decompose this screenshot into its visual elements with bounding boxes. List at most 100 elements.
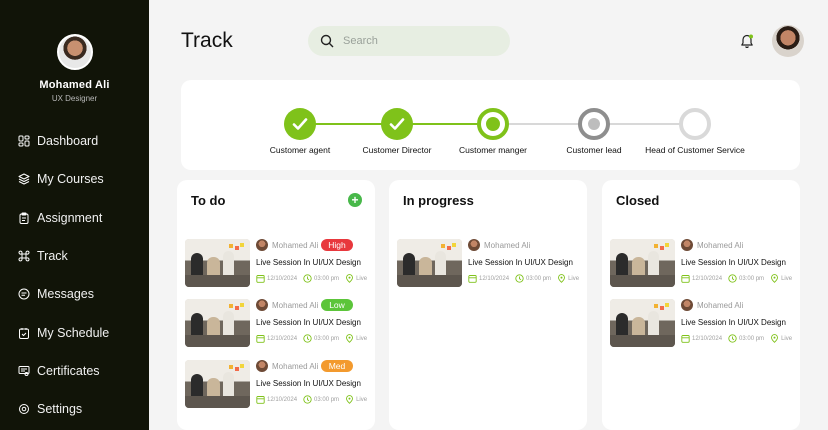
sidebar: Mohamed Ali UX Designer Dashboard My Cou… — [0, 0, 149, 430]
calendar-icon — [256, 275, 265, 283]
card-time: 03:00 pm — [314, 335, 340, 342]
clock-icon — [303, 334, 312, 343]
card-mode: Live — [781, 275, 793, 282]
sidebar-item-label: Settings — [37, 402, 83, 417]
card-thumbnail — [185, 360, 250, 408]
card-time: 03:00 pm — [314, 275, 340, 282]
card-date: 12/10/2024 — [267, 335, 298, 342]
card-mode: Live — [356, 335, 368, 342]
card-date: 12/10/2024 — [267, 396, 298, 403]
task-card[interactable]: Mohamed Ali Live Session In UI/UX Design… — [397, 239, 579, 287]
step-head-of-customer-service[interactable]: Head of Customer Service — [635, 108, 755, 155]
card-thumbnail — [185, 299, 250, 347]
sidebar-item-certificates[interactable]: Certificates — [0, 352, 149, 390]
bell-icon[interactable] — [739, 33, 755, 49]
sidebar-item-dashboard[interactable]: Dashboard — [0, 122, 149, 160]
clock-icon — [303, 395, 312, 404]
task-card[interactable]: Mohamed Ali Med Live Session In UI/UX De… — [185, 360, 367, 408]
sidebar-item-assignment[interactable]: Assignment — [0, 199, 149, 237]
card-date: 12/10/2024 — [479, 275, 510, 282]
step-indicator — [284, 108, 316, 140]
avatar — [681, 299, 693, 311]
calendar-icon — [681, 275, 690, 283]
priority-badge: High — [321, 239, 353, 251]
sidebar-item-label: Track — [37, 249, 68, 264]
card-title: Live Session In UI/UX Design — [681, 318, 786, 327]
step-indicator — [679, 108, 711, 140]
avatar — [681, 239, 693, 251]
card-mode: Live — [356, 275, 368, 282]
avatar[interactable] — [56, 34, 93, 70]
gear-icon — [19, 404, 29, 415]
sidebar-item-label: My Schedule — [37, 325, 110, 340]
message-icon — [18, 288, 30, 300]
card-title: Live Session In UI/UX Design — [256, 318, 361, 327]
task-card[interactable]: Mohamed Ali High Live Session In UI/UX D… — [185, 239, 367, 287]
card-meta: 12/10/2024 03:00 pm Live — [256, 274, 367, 283]
card-meta: 12/10/2024 03:00 pm Live — [256, 334, 367, 343]
step-indicator — [578, 108, 610, 140]
sidebar-item-messages[interactable]: Messages — [0, 275, 149, 313]
location-pin-icon — [558, 274, 566, 283]
certificate-icon — [18, 365, 30, 376]
avatar — [256, 360, 268, 372]
clock-icon — [728, 274, 737, 283]
check-icon — [389, 118, 405, 130]
profile-name: Mohamed Ali — [39, 79, 110, 91]
card-author: Mohamed Ali — [484, 241, 531, 250]
card-meta: 12/10/2024 03:00 pm Live — [468, 274, 579, 283]
step-label: Head of Customer Service — [645, 145, 745, 155]
card-meta: 12/10/2024 03:00 pm Live — [256, 395, 367, 404]
card-meta: 12/10/2024 03:00 pm Live — [681, 274, 792, 283]
column-closed: Closed Mohamed Ali Live Session In UI/UX… — [602, 180, 800, 430]
search-bar[interactable] — [308, 26, 510, 56]
column-title: In progress — [403, 193, 474, 208]
card-meta: 12/10/2024 03:00 pm Live — [681, 334, 792, 343]
sidebar-item-my-courses[interactable]: My Courses — [0, 160, 149, 198]
location-pin-icon — [346, 395, 354, 404]
search-icon — [320, 34, 334, 48]
sidebar-item-label: Assignment — [37, 210, 103, 225]
card-time: 03:00 pm — [526, 275, 552, 282]
location-pin-icon — [771, 334, 779, 343]
card-time: 03:00 pm — [739, 275, 765, 282]
sidebar-item-settings[interactable]: Settings — [0, 390, 149, 428]
location-pin-icon — [771, 274, 779, 283]
sidebar-nav: Dashboard My Courses Assignment Track Me… — [0, 122, 149, 428]
sidebar-item-label: My Courses — [37, 172, 104, 187]
card-title: Live Session In UI/UX Design — [681, 258, 786, 267]
card-mode: Live — [781, 335, 793, 342]
add-task-button[interactable]: + — [348, 193, 362, 207]
priority-badge: Med — [321, 360, 353, 372]
card-mode: Live — [568, 275, 580, 282]
page-title: Track — [181, 29, 233, 52]
calendar-check-icon — [19, 327, 29, 339]
card-mode: Live — [356, 396, 368, 403]
card-title: Live Session In UI/UX Design — [256, 258, 361, 267]
card-title: Live Session In UI/UX Design — [256, 379, 361, 388]
dashboard-icon — [18, 135, 30, 147]
card-thumbnail — [610, 239, 675, 287]
task-card[interactable]: Mohamed Ali Live Session In UI/UX Design… — [610, 239, 792, 287]
column-in-progress: In progress Mohamed Ali Live Session In … — [389, 180, 587, 430]
sidebar-item-my-schedule[interactable]: My Schedule — [0, 313, 149, 351]
step-indicator — [381, 108, 413, 140]
clipboard-icon — [19, 212, 29, 224]
progress-tracker: Customer agent Customer Director Custome… — [181, 80, 800, 170]
clock-icon — [728, 334, 737, 343]
profile: Mohamed Ali UX Designer — [0, 34, 149, 103]
check-icon — [292, 118, 308, 130]
profile-role: UX Designer — [51, 94, 98, 103]
card-author: Mohamed Ali — [272, 362, 319, 371]
clock-icon — [515, 274, 524, 283]
clock-icon — [303, 274, 312, 283]
sidebar-item-label: Messages — [37, 287, 94, 302]
search-input[interactable] — [343, 35, 483, 47]
layers-icon — [18, 173, 30, 185]
avatar[interactable] — [772, 25, 804, 57]
task-card[interactable]: Mohamed Ali Live Session In UI/UX Design… — [610, 299, 792, 347]
calendar-icon — [681, 335, 690, 343]
task-card[interactable]: Mohamed Ali Low Live Session In UI/UX De… — [185, 299, 367, 347]
sidebar-item-track[interactable]: Track — [0, 237, 149, 275]
sidebar-item-label: Certificates — [37, 363, 100, 378]
